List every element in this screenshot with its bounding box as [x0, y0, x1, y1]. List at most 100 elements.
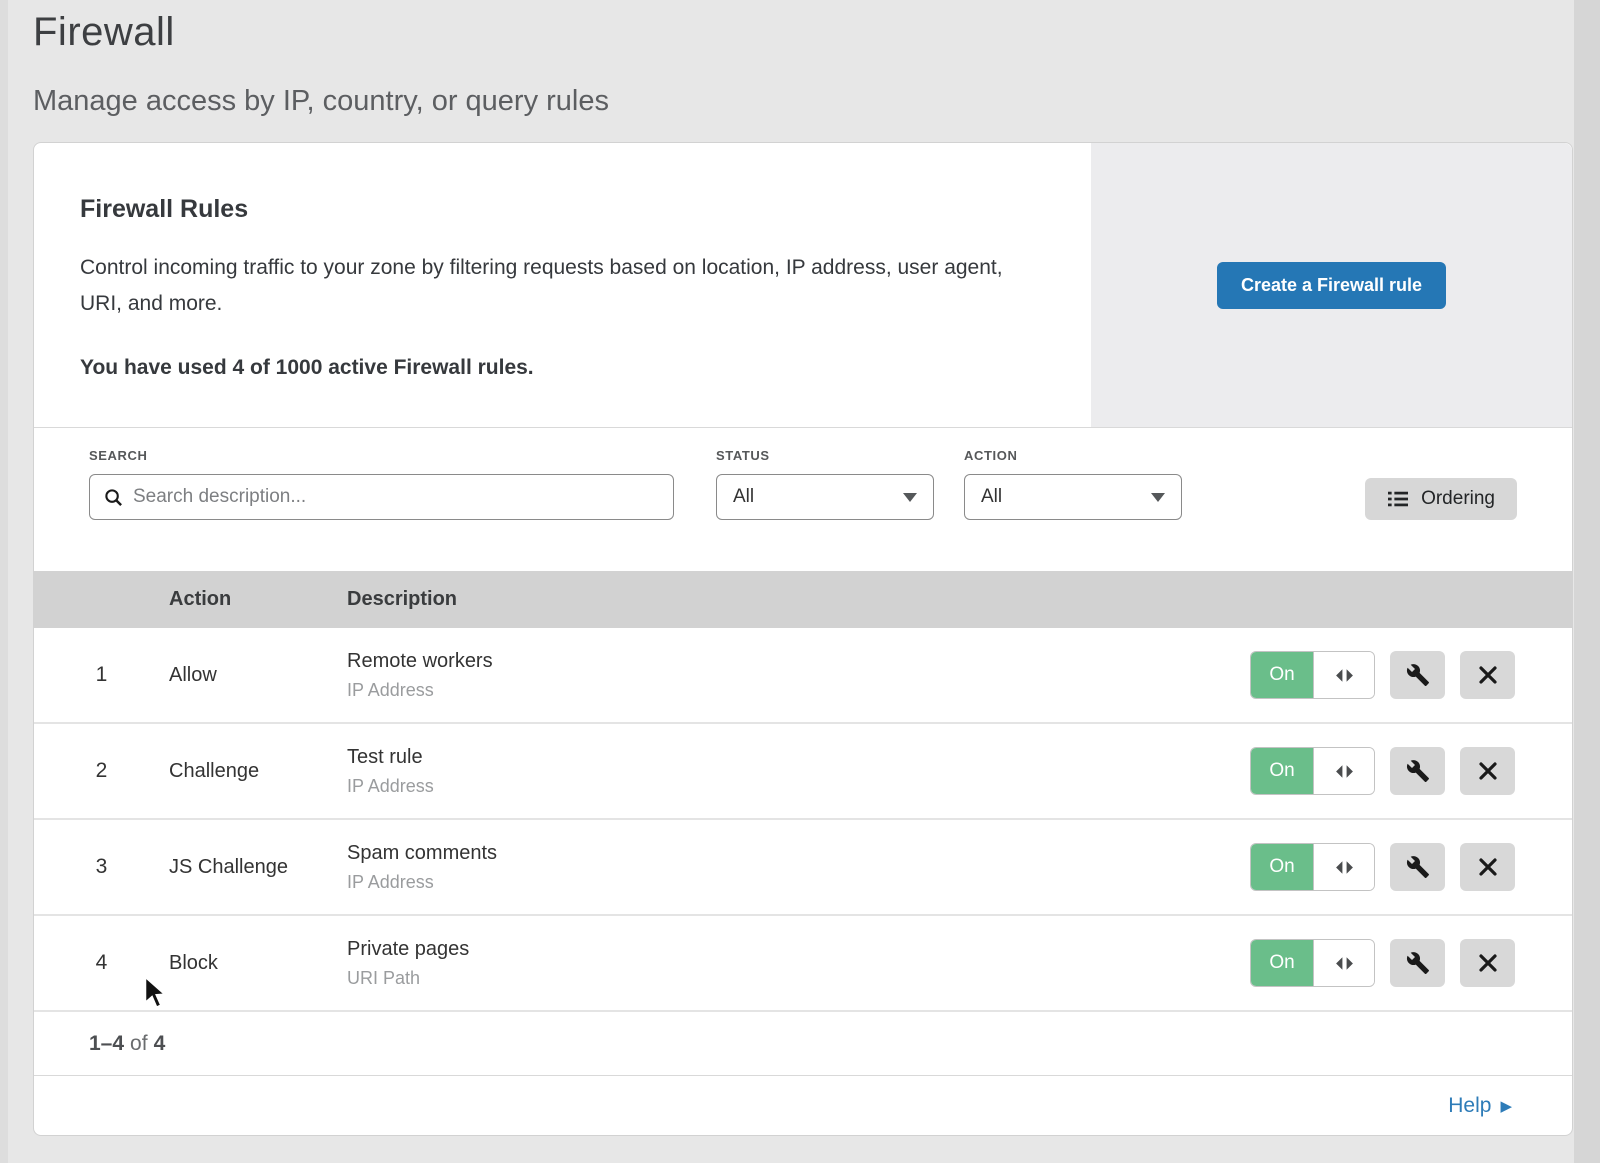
- status-select[interactable]: All: [716, 474, 934, 520]
- toggle-on-label: On: [1251, 940, 1313, 986]
- chevron-down-icon: [1151, 493, 1165, 502]
- overview-heading: Firewall Rules: [80, 195, 1031, 224]
- toggle-on-label: On: [1251, 844, 1313, 890]
- search-box[interactable]: [89, 474, 674, 520]
- help-link[interactable]: Help ▶: [1448, 1094, 1512, 1118]
- close-icon: [1478, 857, 1498, 877]
- search-label: SEARCH: [89, 448, 674, 463]
- resize-arrows-icon: [1334, 956, 1355, 971]
- rule-enabled-toggle[interactable]: On: [1250, 747, 1375, 795]
- chevron-down-icon: [903, 493, 917, 502]
- pagination-of: of: [130, 1032, 148, 1056]
- wrench-icon: [1406, 759, 1430, 783]
- edit-rule-button[interactable]: [1390, 939, 1445, 987]
- rule-controls: On: [1250, 939, 1572, 987]
- action-column-header: Action: [169, 588, 347, 611]
- rule-description-title: Spam comments: [347, 842, 1250, 865]
- rule-priority: 1: [34, 663, 169, 687]
- rule-match-type: IP Address: [347, 680, 1250, 701]
- rule-description: Private pages URI Path: [347, 938, 1250, 989]
- table-row: 4 Block Private pages URI Path On: [34, 916, 1572, 1012]
- rule-action: Allow: [169, 664, 347, 687]
- edit-rule-button[interactable]: [1390, 843, 1445, 891]
- rule-enabled-toggle[interactable]: On: [1250, 651, 1375, 699]
- rule-match-type: IP Address: [347, 776, 1250, 797]
- toggle-handle[interactable]: [1313, 748, 1374, 794]
- delete-rule-button[interactable]: [1460, 651, 1515, 699]
- overview-description: Control incoming traffic to your zone by…: [80, 250, 1025, 322]
- rule-description-title: Test rule: [347, 746, 1250, 769]
- rule-enabled-toggle[interactable]: On: [1250, 843, 1375, 891]
- table-row: 2 Challenge Test rule IP Address On: [34, 724, 1572, 820]
- rule-description: Remote workers IP Address: [347, 650, 1250, 701]
- status-select-value: All: [733, 486, 754, 508]
- overview-section: Firewall Rules Control incoming traffic …: [34, 143, 1572, 428]
- rule-controls: On: [1250, 843, 1572, 891]
- firewall-rules-card: Firewall Rules Control incoming traffic …: [33, 142, 1573, 1136]
- action-filter: ACTION All: [964, 448, 1182, 520]
- filters-bar: SEARCH STATUS All ACTION All: [34, 428, 1572, 571]
- delete-rule-button[interactable]: [1460, 843, 1515, 891]
- rule-action: JS Challenge: [169, 856, 347, 879]
- rule-action: Block: [169, 952, 347, 975]
- overview-action-panel: Create a Firewall rule: [1091, 143, 1572, 427]
- edit-rule-button[interactable]: [1390, 747, 1445, 795]
- help-link-label: Help: [1448, 1094, 1491, 1118]
- table-row: 3 JS Challenge Spam comments IP Address …: [34, 820, 1572, 916]
- firewall-page: Firewall Manage access by IP, country, o…: [0, 0, 1600, 1163]
- search-input[interactable]: [133, 486, 659, 508]
- left-edge-strip: [0, 0, 8, 1163]
- status-filter: STATUS All: [716, 448, 934, 520]
- toggle-handle[interactable]: [1313, 652, 1374, 698]
- toggle-on-label: On: [1251, 652, 1313, 698]
- page-subtitle: Manage access by IP, country, or query r…: [33, 85, 1600, 118]
- action-select-value: All: [981, 486, 1002, 508]
- overview-usage: You have used 4 of 1000 active Firewall …: [80, 356, 1031, 380]
- rule-priority: 3: [34, 855, 169, 879]
- page-title: Firewall: [33, 10, 1600, 55]
- pagination: 1–4 of 4: [34, 1012, 1572, 1076]
- toggle-on-label: On: [1251, 748, 1313, 794]
- overview-text: Firewall Rules Control incoming traffic …: [34, 143, 1091, 427]
- pagination-range: 1–4: [89, 1032, 124, 1056]
- action-select[interactable]: All: [964, 474, 1182, 520]
- right-edge-strip: [1574, 0, 1600, 1163]
- create-firewall-rule-button[interactable]: Create a Firewall rule: [1217, 262, 1446, 309]
- rule-match-type: IP Address: [347, 872, 1250, 893]
- close-icon: [1478, 953, 1498, 973]
- wrench-icon: [1406, 663, 1430, 687]
- page-header: Firewall Manage access by IP, country, o…: [0, 0, 1600, 118]
- edit-rule-button[interactable]: [1390, 651, 1445, 699]
- rule-description-title: Private pages: [347, 938, 1250, 961]
- resize-arrows-icon: [1334, 668, 1355, 683]
- rule-description-title: Remote workers: [347, 650, 1250, 673]
- help-row: Help ▶: [34, 1076, 1572, 1136]
- rule-enabled-toggle[interactable]: On: [1250, 939, 1375, 987]
- table-row: 1 Allow Remote workers IP Address On: [34, 628, 1572, 724]
- resize-arrows-icon: [1334, 860, 1355, 875]
- rule-description: Test rule IP Address: [347, 746, 1250, 797]
- rule-priority: 4: [34, 951, 169, 975]
- wrench-icon: [1406, 855, 1430, 879]
- wrench-icon: [1406, 951, 1430, 975]
- toggle-handle[interactable]: [1313, 940, 1374, 986]
- arrow-right-icon: ▶: [1500, 1099, 1512, 1114]
- pagination-total: 4: [154, 1032, 166, 1056]
- ordering-button[interactable]: Ordering: [1365, 478, 1517, 520]
- table-header: Action Description: [34, 571, 1572, 628]
- action-label: ACTION: [964, 448, 1182, 463]
- resize-arrows-icon: [1334, 764, 1355, 779]
- rule-description: Spam comments IP Address: [347, 842, 1250, 893]
- rule-action: Challenge: [169, 760, 347, 783]
- toggle-handle[interactable]: [1313, 844, 1374, 890]
- close-icon: [1478, 665, 1498, 685]
- rule-controls: On: [1250, 747, 1572, 795]
- ordering-wrap: Ordering: [1365, 448, 1517, 520]
- delete-rule-button[interactable]: [1460, 939, 1515, 987]
- rule-controls: On: [1250, 651, 1572, 699]
- close-icon: [1478, 761, 1498, 781]
- delete-rule-button[interactable]: [1460, 747, 1515, 795]
- ordering-button-label: Ordering: [1421, 488, 1495, 510]
- description-column-header: Description: [347, 588, 1572, 611]
- search-filter: SEARCH: [89, 448, 674, 520]
